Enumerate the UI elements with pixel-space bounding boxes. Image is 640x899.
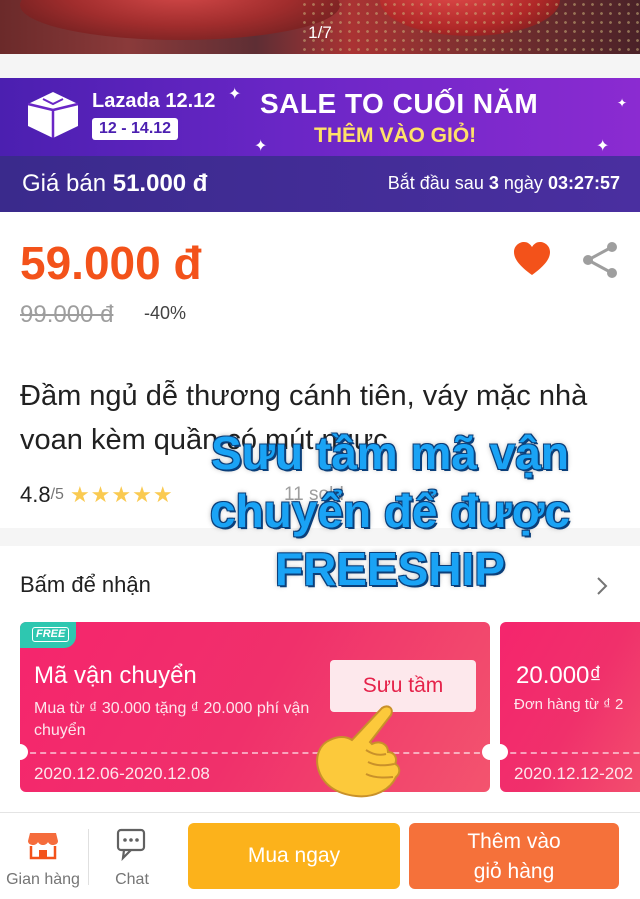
- countdown-prefix: Bắt đầu sau: [387, 173, 484, 193]
- collect-vouchers-heading[interactable]: Bấm để nhận: [20, 572, 151, 598]
- free-tag-label: FREE: [32, 627, 70, 642]
- overlay-line: FREESHIP: [274, 543, 506, 595]
- banner-headline: SALE TO CUỐI NĂM: [260, 88, 539, 119]
- sold-count: 11 sold: [284, 484, 344, 505]
- bottom-action-bar: Gian hàng Chat Mua ngay Thêm vào giỏ hàn…: [0, 812, 640, 899]
- flash-price-bar: Giá bán 51.000 đ Bắt đầu sau 3 ngày 03:2…: [0, 156, 640, 212]
- chat-icon: [116, 828, 146, 861]
- store-icon: [28, 833, 58, 860]
- sale-price-label: Giá bán: [22, 170, 107, 197]
- campaign-banner[interactable]: Lazada 12.12 12 - 14.12 SALE TO CUỐI NĂM…: [0, 78, 640, 156]
- star-rating-icon: ★★★★★: [69, 482, 174, 507]
- sale-price: Giá bán 51.000 đ: [22, 170, 207, 198]
- divider: [0, 528, 640, 546]
- add-to-cart-label: giỏ hàng: [473, 860, 555, 883]
- product-photo-shape: [20, 0, 340, 40]
- divider: [0, 54, 640, 78]
- chat-label: Chat: [115, 871, 149, 888]
- rating-max: /5: [50, 486, 64, 503]
- banner-subheadline: THÊM VÀO GIỎ!: [314, 124, 477, 147]
- sparkle-icon: ✦: [228, 86, 242, 103]
- sparkle-icon: ✦: [596, 138, 610, 155]
- sale-price-value: 51.000 đ: [112, 170, 208, 197]
- voucher-title: Mã vận chuyển: [34, 662, 197, 689]
- lazada-logo: [27, 92, 79, 138]
- discount-voucher-card[interactable]: 20.000₫ Đơn hàng từ ₫ 2 2020.12.12-202: [500, 622, 640, 792]
- product-image[interactable]: 1/7: [0, 0, 640, 54]
- store-label: Gian hàng: [6, 871, 80, 888]
- banner-dates: 12 - 14.12: [92, 118, 179, 140]
- countdown-unit: ngày: [503, 173, 543, 193]
- voucher-notch: [482, 744, 490, 760]
- add-to-cart-button[interactable]: Thêm vào giỏ hàng: [409, 823, 619, 889]
- sparkle-icon: ✦: [617, 96, 628, 110]
- voucher-description: Đơn hàng từ ₫ 2: [514, 696, 624, 713]
- pointing-hand-emoji: [316, 705, 401, 798]
- voucher-notch: [20, 744, 28, 760]
- product-title: Đầm ngủ dễ thương cánh tiên, váy mặc nhà…: [20, 380, 588, 456]
- countdown: Bắt đầu sau 3 ngày 03:27:57: [388, 173, 620, 194]
- sparkle-icon: ✦: [254, 138, 268, 155]
- chevron-right-icon[interactable]: [594, 575, 610, 597]
- store-button[interactable]: Gian hàng: [0, 813, 86, 899]
- voucher-divider: [20, 752, 490, 754]
- free-shipping-tag: FREE: [20, 622, 76, 648]
- divider: [88, 829, 89, 885]
- voucher-notch: [500, 744, 508, 760]
- voucher-dates: 2020.12.12-202: [514, 764, 634, 783]
- image-counter: 1/7: [308, 23, 332, 42]
- voucher-amount: 20.000₫: [516, 662, 602, 689]
- countdown-days: 3: [488, 173, 499, 193]
- rating[interactable]: 4.8 /5 ★★★★★: [20, 480, 174, 510]
- countdown-time: 03:27:57: [547, 173, 620, 193]
- buy-now-button[interactable]: Mua ngay: [188, 823, 400, 889]
- voucher-dates: 2020.12.06-2020.12.08: [34, 764, 210, 783]
- voucher-divider: [500, 752, 640, 754]
- original-price: 99.000 đ: [20, 301, 114, 328]
- heart-icon[interactable]: [512, 240, 552, 280]
- product-photo-texture: [300, 0, 640, 54]
- voucher-description: Mua từ ₫ 30.000 tặng ₫ 20.000 phí vận ch…: [34, 700, 310, 739]
- discount-badge: -40%: [144, 303, 187, 323]
- shipping-voucher-card: FREE Mã vận chuyển Mua từ ₫ 30.000 tặng …: [20, 622, 490, 792]
- current-price: 59.000 đ: [20, 237, 202, 289]
- chat-button[interactable]: Chat: [90, 813, 174, 899]
- share-icon[interactable]: [580, 240, 620, 280]
- banner-brand: Lazada 12.12: [92, 90, 216, 112]
- rating-value: 4.8: [20, 482, 51, 507]
- add-to-cart-label: Thêm vào: [467, 830, 561, 853]
